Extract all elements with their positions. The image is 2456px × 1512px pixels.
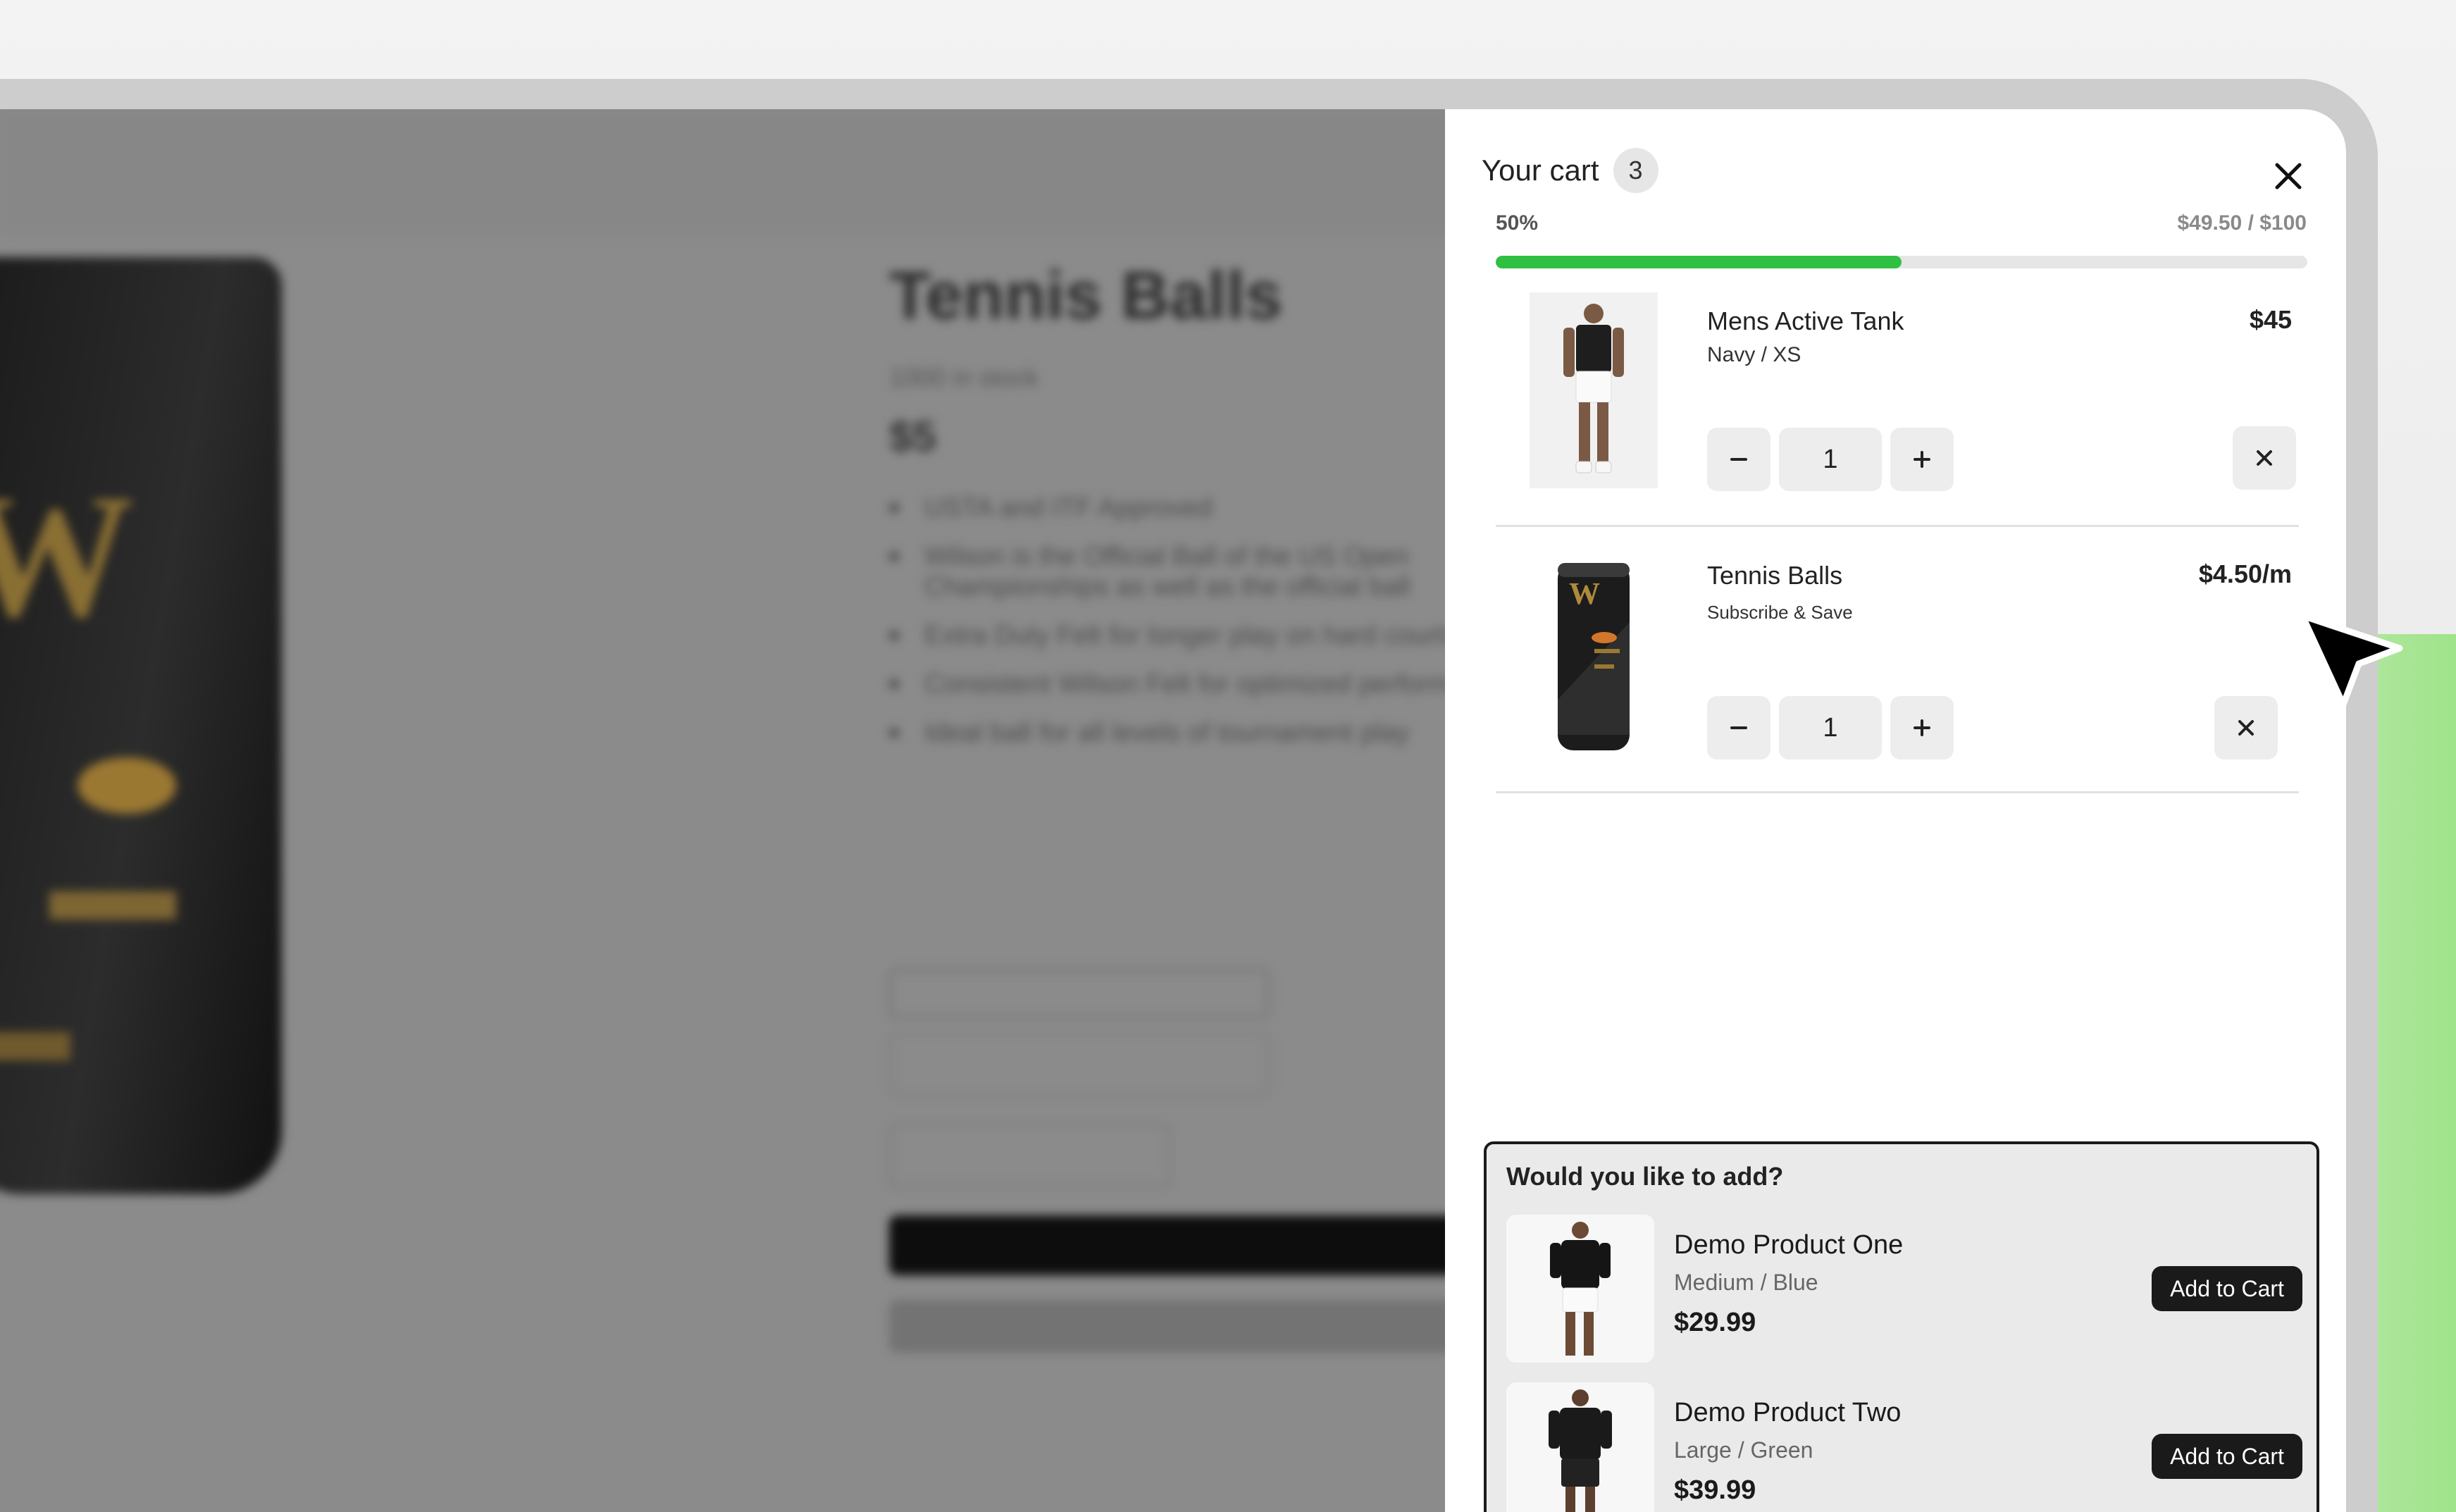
cart-item-name[interactable]: Tennis Balls (1707, 561, 1842, 590)
remove-item-button[interactable] (2214, 696, 2278, 760)
stock-status: 1000 in stock (889, 363, 1039, 392)
product-price: $5 (889, 413, 936, 460)
close-cart-button[interactable] (2264, 151, 2313, 201)
cart-item-variant: Navy / XS (1707, 343, 1801, 366)
upsell-product-variant: Large / Green (1674, 1437, 1813, 1463)
free-shipping-progress-bar (1496, 256, 2307, 268)
cart-drawer: Your cart 3 50% $49.50 / $100 Mens Activ… (1445, 109, 2346, 1512)
purchase-option-one-time (889, 969, 1270, 1018)
can-label (49, 891, 176, 919)
cart-count-badge: 3 (1613, 148, 1658, 193)
buy-now-button-page (889, 1300, 1523, 1353)
add-to-cart-button[interactable]: Add to Cart (2152, 1434, 2302, 1479)
quantity-value[interactable]: 1 (1779, 428, 1882, 491)
close-icon (2275, 163, 2302, 190)
plus-icon (1914, 451, 1930, 468)
add-to-cart-button[interactable]: Add to Cart (2152, 1266, 2302, 1311)
can-logo: W (0, 459, 134, 654)
decrease-quantity-button[interactable] (1707, 428, 1770, 491)
cart-item-price: $45 (2249, 305, 2292, 334)
page-quantity-selector (889, 1124, 1171, 1187)
quantity-value[interactable]: 1 (1779, 696, 1882, 760)
upsell-item: Demo Product Two Large / Green $39.99 Ad… (1506, 1382, 2302, 1512)
increase-quantity-button[interactable] (1890, 428, 1954, 491)
feature-item: USTA and ITF Approved (889, 493, 1509, 523)
cart-item: Mens Active Tank Navy / XS $45 1 (1496, 285, 2299, 527)
progress-fill (1496, 256, 1902, 268)
purchase-option-subscribe (889, 1032, 1270, 1096)
quantity-stepper: 1 (1707, 428, 1954, 491)
cart-title: Your cart (1482, 154, 1599, 187)
feature-item: Ideal ball for all levels of tournament … (889, 718, 1509, 748)
cart-item-subscription: Subscribe & Save (1707, 602, 1853, 623)
free-shipping-percent: 50% (1496, 211, 1539, 235)
product-thumbnail-tennis-balls[interactable]: W (1530, 559, 1658, 755)
product-image-tennis-can: W (0, 257, 282, 1194)
svg-text:W: W (1569, 576, 1600, 611)
minus-icon (1730, 458, 1747, 461)
product-features: USTA and ITF Approved Wilson is the Offi… (889, 493, 1509, 767)
remove-icon (2257, 450, 2272, 466)
upsell-product-name[interactable]: Demo Product Two (1674, 1398, 1901, 1428)
quantity-stepper: 1 (1707, 696, 1954, 760)
upsell-title: Would you like to add? (1506, 1162, 1784, 1191)
upsell-product-name[interactable]: Demo Product One (1674, 1230, 1903, 1260)
free-shipping-amount: $49.50 / $100 (2177, 211, 2307, 235)
cart-item-price: $4.50/m (2198, 559, 2292, 588)
feature-item: Wilson is the Official Ball of the US Op… (889, 542, 1509, 602)
remove-item-button[interactable] (2233, 426, 2296, 490)
feature-item: Consistent Wilson Felt for optimized per… (889, 669, 1509, 700)
cart-item: W Tennis Balls Subscribe & Save $4.50/m … (1496, 527, 2299, 793)
pointer-cursor-icon (2299, 612, 2403, 708)
can-emblem (77, 757, 176, 814)
feature-item: Extra Duty Felt for longer play on hard … (889, 621, 1509, 651)
upsell-product-image[interactable] (1506, 1382, 1654, 1512)
upsell-product-price: $39.99 (1674, 1475, 1756, 1505)
upsell-panel: Would you like to add? Demo Product One (1484, 1141, 2319, 1512)
upsell-product-image[interactable] (1506, 1215, 1654, 1363)
cart-item-name[interactable]: Mens Active Tank (1707, 306, 1904, 336)
upsell-item: Demo Product One Medium / Blue $29.99 Ad… (1506, 1215, 2302, 1363)
product-title: Tennis Balls (889, 258, 1283, 333)
remove-icon (2238, 720, 2254, 736)
upsell-product-variant: Medium / Blue (1674, 1270, 1818, 1295)
plus-icon (1914, 719, 1930, 736)
decrease-quantity-button[interactable] (1707, 696, 1770, 760)
product-thumbnail-mens-active-tank[interactable] (1530, 292, 1658, 488)
cart-header: Your cart 3 (1482, 148, 1658, 193)
upsell-product-price: $29.99 (1674, 1308, 1756, 1337)
can-label (0, 1032, 70, 1060)
add-to-cart-button-page (889, 1215, 1523, 1275)
increase-quantity-button[interactable] (1890, 696, 1954, 760)
browser-screen: W Tennis Balls 1000 in stock $5 USTA and… (0, 109, 2346, 1512)
minus-icon (1730, 726, 1747, 729)
